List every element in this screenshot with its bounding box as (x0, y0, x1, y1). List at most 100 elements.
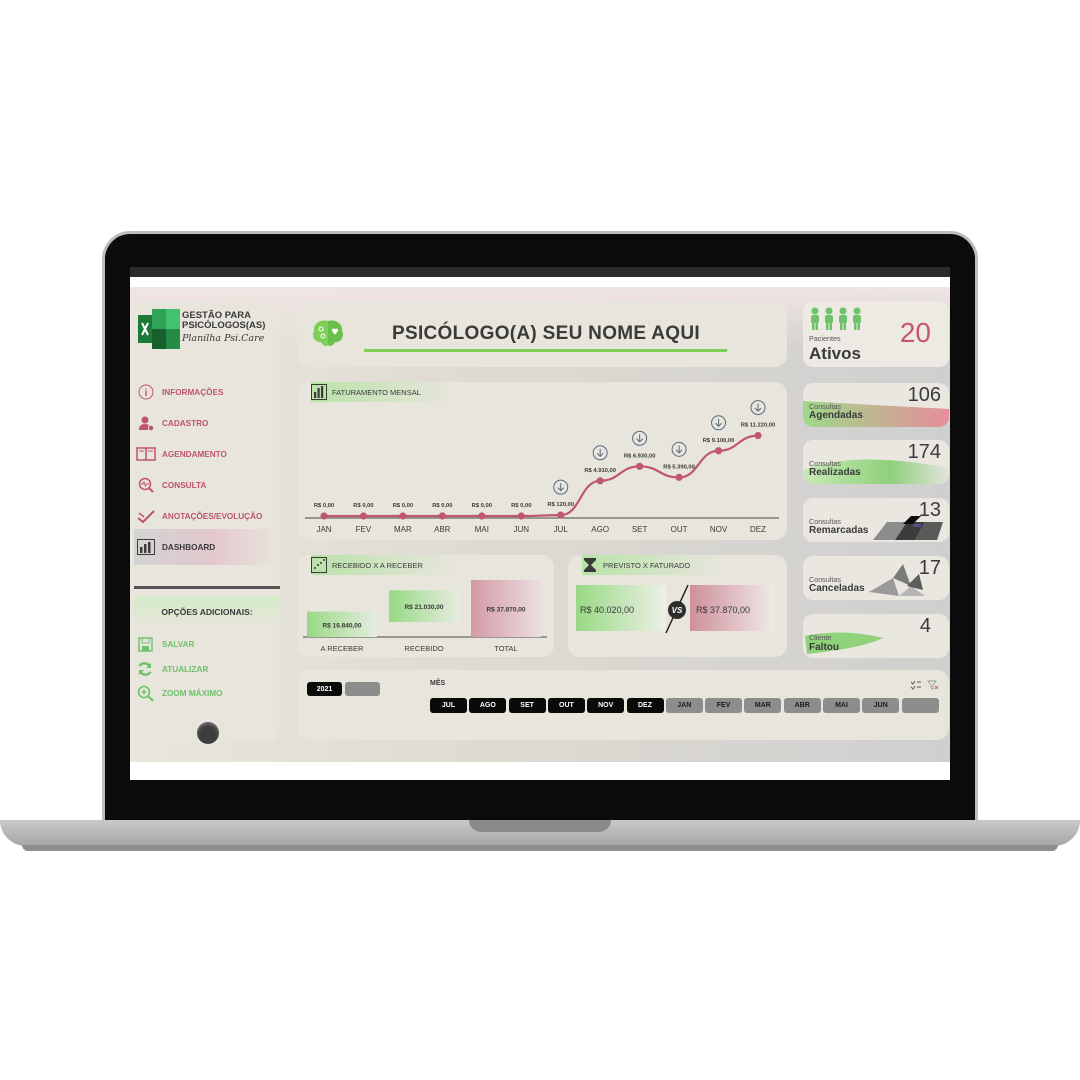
multi-select-icon[interactable] (910, 680, 922, 690)
save-label: SALVAR (162, 639, 195, 649)
data-label: R$ 0,00 (393, 503, 413, 509)
sidebar-item-label: CADASTRO (162, 418, 209, 428)
zoom-max-button[interactable]: ZOOM MÁXIMO (136, 684, 276, 702)
month-option[interactable]: JAN (665, 698, 703, 713)
year-option[interactable] (345, 682, 380, 696)
kpi-pacientes-caption: Pacientes (809, 334, 841, 343)
filter-panel: 2021 MÊS JUL AGO SET OUT NOV DEZ JAN FEV MAR ABR M… (297, 670, 949, 740)
data-label: R$ 0,00 (511, 503, 531, 509)
data-point[interactable] (557, 511, 565, 519)
data-label: R$ 0,00 (314, 503, 334, 509)
round-action-button[interactable] (197, 722, 219, 744)
month-option[interactable]: NOV (587, 698, 625, 713)
month-option[interactable]: FEV (705, 698, 743, 713)
arrow-down-icon (711, 415, 727, 431)
x-tick-label: ABR (434, 525, 451, 534)
x-tick-label: MAR (394, 525, 412, 534)
month-option[interactable] (901, 698, 939, 713)
month-option[interactable]: MAI (823, 698, 860, 713)
faturado-value: R$ 37.870,00 (696, 605, 750, 615)
sidebar-divider (134, 586, 280, 589)
sidebar-item-dashboard[interactable]: DASHBOARD (134, 529, 279, 565)
sidebar-item-cadastro[interactable]: CADASTRO (134, 412, 279, 434)
faturamento-panel: FATURAMENTO MENSAL R$ 0,00 JAN R$ 0,00 FEV R… (297, 382, 787, 540)
bar-chart-icon (136, 539, 156, 555)
laptop-foot (22, 845, 1058, 851)
data-point[interactable] (399, 512, 407, 520)
month-option[interactable]: JUN (862, 698, 900, 713)
people-icon (811, 307, 861, 330)
refresh-button[interactable]: ATUALIZAR (136, 660, 276, 678)
data-point[interactable] (675, 473, 683, 481)
month-option[interactable]: SET (508, 698, 546, 713)
sidebar-item-anotacoes[interactable]: ANOTAÇÕES/EVOLUÇÃO (134, 505, 279, 527)
x-tick-label: FEV (356, 525, 372, 534)
kpi-agendadas: Consultas Agendadas 106 (803, 383, 949, 427)
options-header: OPÇÕES ADICIONAIS: (134, 597, 280, 627)
data-point[interactable] (320, 512, 328, 520)
data-point[interactable] (438, 512, 446, 520)
kpi-pacientes-ativos: Pacientes Ativos 20 (803, 301, 949, 367)
logo-title-line-2: PSICÓLOGOS(AS) (182, 320, 266, 331)
x-tick-label: DEZ (750, 525, 766, 534)
brain-icon (312, 320, 344, 346)
sidebar-item-consulta[interactable]: CONSULTA (134, 474, 279, 496)
sidebar-item-agendamento[interactable]: AGENDAMENTO (134, 443, 279, 465)
arrow-down-icon (750, 400, 766, 416)
pen-icon (136, 508, 156, 524)
data-point[interactable] (478, 512, 486, 520)
info-icon: i (136, 384, 156, 400)
excel-logo-icon (138, 309, 180, 349)
x-tick-label: SET (632, 525, 648, 534)
year-option[interactable]: 2021 (307, 682, 342, 696)
data-point[interactable] (636, 462, 644, 470)
data-point[interactable] (359, 512, 368, 520)
arrow-down-icon (632, 430, 648, 446)
month-option[interactable]: AGO (469, 698, 507, 713)
x-tick-label: OUT (671, 525, 688, 534)
data-label: R$ 4.910,00 (584, 468, 616, 474)
clear-filter-icon[interactable] (927, 680, 939, 690)
sidebar-item-label: ANOTAÇÕES/EVOLUÇÃO (162, 511, 263, 521)
data-label: R$ 120,00 (547, 502, 574, 508)
month-option[interactable]: JUL (430, 698, 467, 713)
data-point[interactable] (754, 431, 762, 440)
save-icon (136, 636, 154, 652)
data-point[interactable] (517, 512, 525, 520)
zoom-icon (136, 685, 154, 702)
save-button[interactable]: SALVAR (136, 635, 276, 653)
x-tick-label: JAN (316, 525, 331, 534)
laptop-notch (469, 820, 611, 832)
sidebar-item-label: AGENDAMENTO (162, 449, 227, 459)
kpi-realizadas: Consultas Realizadas 174 (803, 440, 949, 484)
data-point[interactable] (596, 477, 604, 485)
month-option[interactable]: OUT (547, 698, 585, 713)
x-tick-label: TOTAL (494, 644, 517, 653)
kpi-agendadas-label: Agendadas (809, 410, 863, 421)
data-label: R$ 11.220,00 (741, 423, 776, 429)
header-panel: PSICÓLOGO(A) SEU NOME AQUI (297, 301, 787, 367)
sidebar-item-informacoes[interactable]: i INFORMAÇÕES (134, 381, 279, 403)
data-label: R$ 16.840,00 (322, 622, 361, 629)
data-label: R$ 21.030,00 (404, 604, 443, 611)
kpi-remarcadas: Consultas Remarcadas 13 (803, 498, 949, 542)
kpi-faltou: Cliente Faltou 4 (803, 614, 949, 658)
x-tick-label: MAI (475, 525, 489, 534)
month-option[interactable]: MAR (744, 698, 782, 713)
kpi-canceladas-value: 17 (918, 557, 941, 579)
kpi-canceladas: Consultas Canceladas 17 (803, 556, 949, 600)
data-point[interactable] (714, 447, 723, 455)
data-label: R$ 0,00 (432, 503, 452, 509)
window-top-bar (130, 267, 950, 277)
month-option[interactable]: ABR (783, 698, 821, 713)
refresh-label: ATUALIZAR (162, 664, 209, 674)
sidebar-item-label: CONSULTA (162, 480, 207, 490)
x-tick-label: JUL (554, 525, 569, 534)
sidebar-item-label: INFORMAÇÕES (162, 387, 224, 397)
zoom-label: ZOOM MÁXIMO (162, 688, 223, 698)
month-option[interactable]: DEZ (626, 698, 664, 713)
kpi-faltou-value: 4 (919, 615, 931, 637)
data-label: R$ 9.100,00 (703, 438, 735, 444)
kpi-faltou-label: Faltou (809, 642, 839, 653)
title-underline (364, 349, 727, 352)
